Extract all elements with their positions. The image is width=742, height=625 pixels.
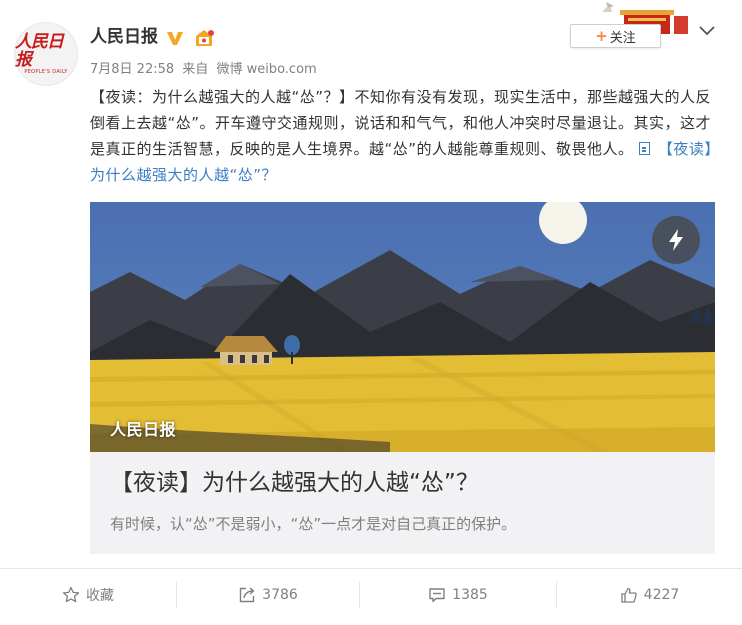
favorite-button[interactable]: 收藏	[0, 569, 176, 621]
author-name[interactable]: 人民日报	[90, 26, 158, 48]
post-body: 【夜读：为什么越强大的人越“怂”？】不知你有没有发现，现实生活中，那些越强大的人…	[90, 88, 712, 158]
repost-button[interactable]: 3786	[177, 569, 359, 621]
source-prefix: 来自	[182, 62, 209, 77]
like-count: 4227	[643, 587, 680, 603]
article-title[interactable]: 【夜读】为什么越强大的人越“怂”？	[110, 468, 479, 498]
post-date[interactable]: 7月8日 22:58	[90, 62, 174, 77]
post-toolbar: 收藏 3786 1385 4227	[0, 568, 742, 623]
avatar[interactable]: 人民日报 PEOPLE'S DAILY	[14, 22, 78, 86]
verified-icon	[167, 32, 183, 45]
repost-icon	[239, 587, 255, 603]
article-card[interactable]: 人民日报 【夜读】为什么越强大的人越“怂”？ 有时候，认“怂”不是弱小，“怂”一…	[90, 202, 715, 554]
like-button[interactable]: 4227	[557, 569, 742, 621]
chevron-down-icon[interactable]	[697, 22, 717, 38]
post-text: 【夜读：为什么越强大的人越“怂”？】不知你有没有发现，现实生活中，那些越强大的人…	[90, 84, 722, 188]
avatar-logo-text: 人民日报	[15, 31, 64, 70]
article-cover-image[interactable]: 人民日报	[90, 202, 715, 452]
post-meta: 7月8日 22:58 来自 微博 weibo.com	[90, 62, 321, 78]
follow-button[interactable]: + 关注	[570, 24, 661, 48]
plus-icon: +	[595, 27, 608, 45]
star-icon	[62, 586, 80, 603]
follow-label: 关注	[609, 30, 636, 46]
article-description: 有时候，认“怂”不是弱小，“怂”一点才是对自己真正的保护。	[110, 515, 517, 533]
image-watermark: 人民日报	[110, 420, 177, 439]
favorite-label: 收藏	[86, 588, 114, 604]
thumbs-up-icon	[621, 587, 637, 603]
comment-count: 1385	[452, 587, 488, 603]
article-icon	[638, 142, 650, 155]
avatar-logo-subtext: PEOPLE'S DAILY	[24, 68, 68, 75]
vip-crown-icon[interactable]	[193, 28, 215, 48]
comment-button[interactable]: 1385	[360, 569, 556, 621]
comment-icon	[429, 588, 445, 603]
repost-count: 3786	[262, 587, 298, 603]
post-source[interactable]: 微博 weibo.com	[216, 62, 316, 77]
flash-icon[interactable]	[652, 216, 700, 264]
